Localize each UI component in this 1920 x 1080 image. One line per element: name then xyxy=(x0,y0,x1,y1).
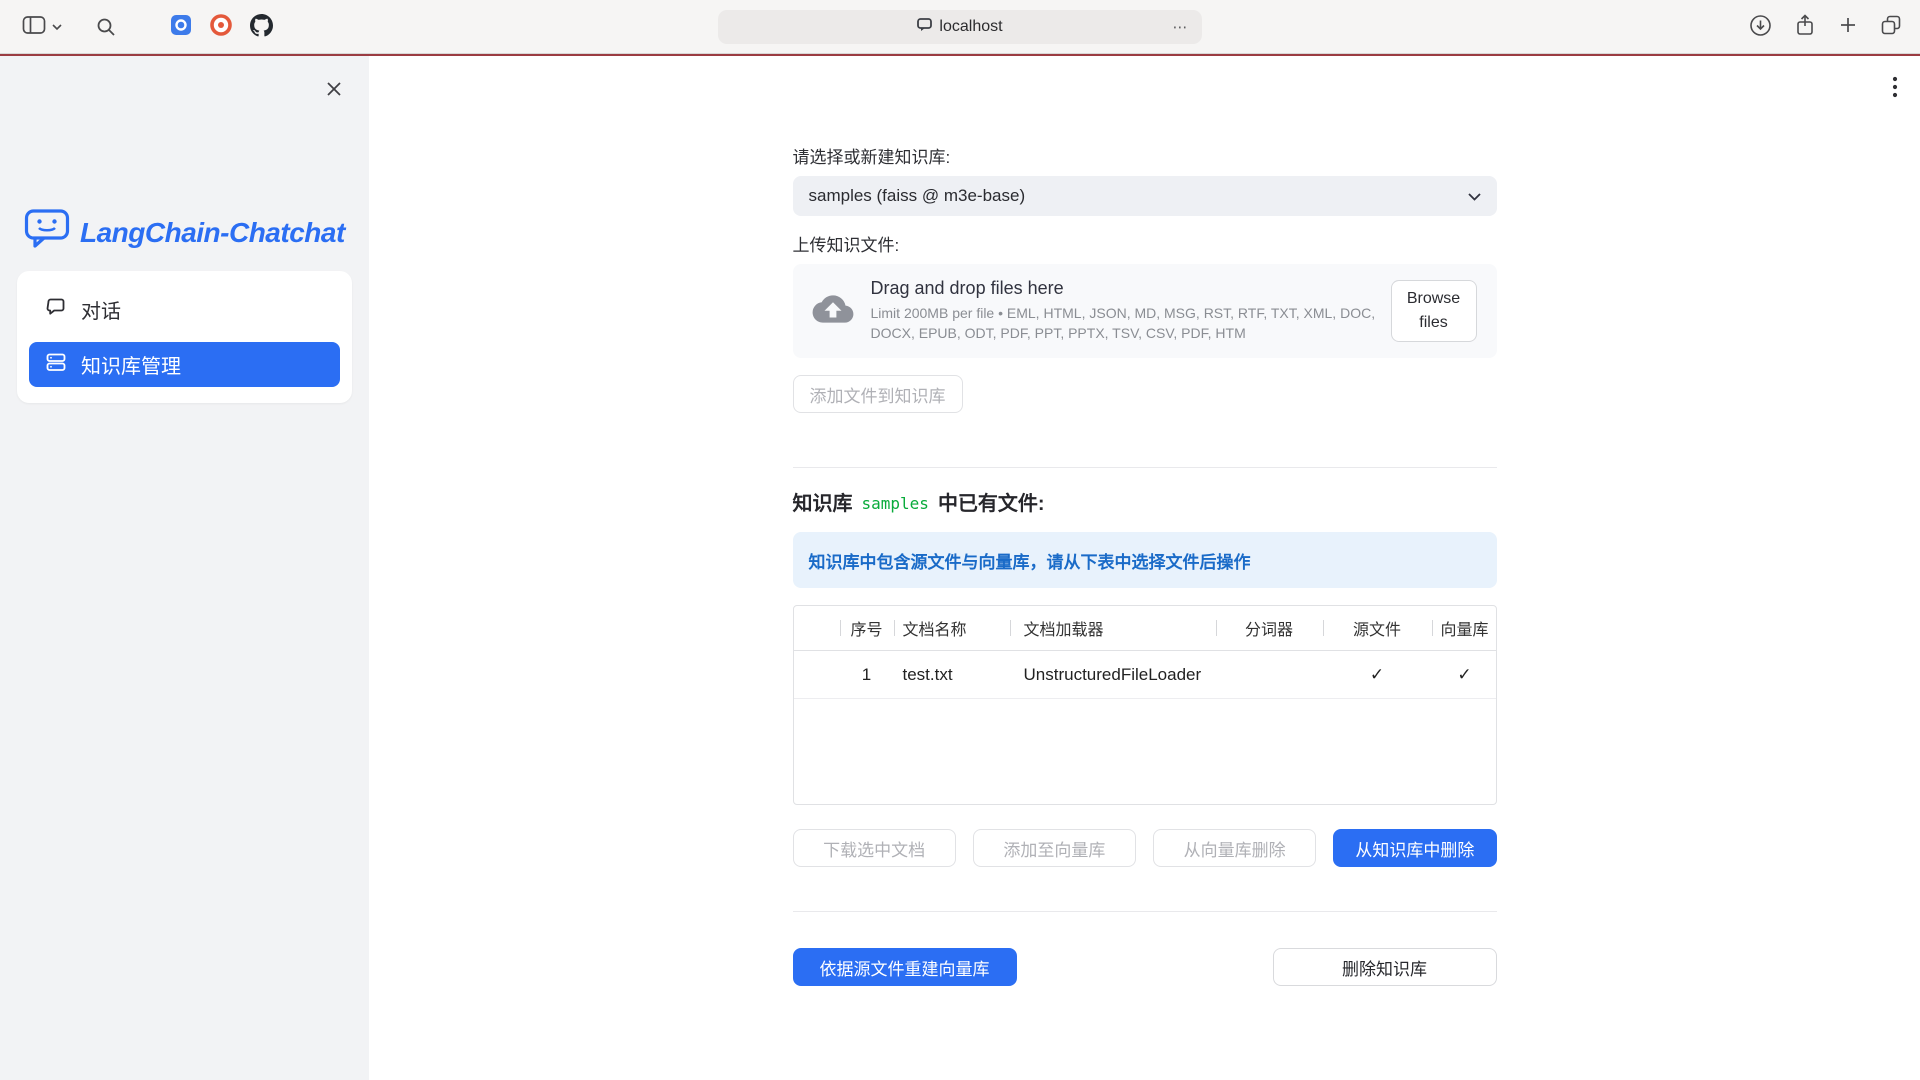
kb-files-title-suffix: 中已有文件: xyxy=(938,492,1045,516)
dropzone-title: Drag and drop files here xyxy=(871,278,1391,299)
rebuild-vector-store-button[interactable]: 依据源文件重建向量库 xyxy=(793,948,1017,986)
sidebar-item-chat[interactable]: 对话 xyxy=(29,287,340,332)
add-to-vector-store-button[interactable]: 添加至向量库 xyxy=(973,829,1136,867)
sidebar-close-icon[interactable] xyxy=(321,76,347,105)
extension-icon-2[interactable] xyxy=(210,14,232,39)
sidebar-item-label: 知识库管理 xyxy=(81,350,181,379)
sidebar-toggle-button[interactable] xyxy=(18,11,66,42)
table-header-splitter: 分词器 xyxy=(1216,616,1323,640)
kb-level-actions: 依据源文件重建向量库 删除知识库 xyxy=(793,948,1497,986)
sidebar: LangChain-Chatchat 对话 xyxy=(0,56,369,1080)
info-banner: 知识库中包含源文件与向量库，请从下表中选择文件后操作 xyxy=(793,532,1497,588)
kb-selectbox[interactable]: samples (faiss @ m3e-base) xyxy=(793,176,1497,216)
browser-toolbar: localhost ⋯ xyxy=(0,0,1920,54)
dropzone-limit-text: Limit 200MB per file • EML, HTML, JSON, … xyxy=(871,304,1391,343)
table-row[interactable]: 1 test.txt UnstructuredFileLoader ✓ ✓ xyxy=(794,651,1496,699)
browse-files-button[interactable]: Browse files xyxy=(1391,280,1477,342)
row-loader: UnstructuredFileLoader xyxy=(1010,665,1216,685)
page-column: 请选择或新建知识库: samples (faiss @ m3e-base) 上传… xyxy=(793,56,1497,986)
address-more-button[interactable]: ⋯ xyxy=(1167,18,1193,36)
row-vector-check: ✓ xyxy=(1432,665,1497,685)
extensions-group xyxy=(170,14,273,40)
sidebar-item-label: 对话 xyxy=(81,295,121,324)
file-actions: 下载选中文档 添加至向量库 从向量库删除 从知识库中删除 xyxy=(793,829,1497,867)
row-file-name: test.txt xyxy=(894,665,1010,685)
row-source-check: ✓ xyxy=(1323,665,1432,685)
downloads-icon[interactable] xyxy=(1749,14,1772,40)
sidebar-panel-icon xyxy=(22,15,46,38)
share-icon[interactable] xyxy=(1794,13,1816,40)
files-table: 序号 文档名称 文档加载器 分词器 源文件 向量库 1 test.txt Uns… xyxy=(793,605,1497,805)
table-header-row: 序号 文档名称 文档加载器 分词器 源文件 向量库 xyxy=(794,606,1496,651)
knowledge-base-icon xyxy=(45,351,67,379)
delete-kb-button[interactable]: 删除知识库 xyxy=(1273,948,1497,986)
add-files-to-kb-button[interactable]: 添加文件到知识库 xyxy=(793,375,963,413)
logo-text: LangChain-Chatchat xyxy=(80,217,345,249)
logo-chat-bubble-icon xyxy=(24,208,70,257)
row-index: 1 xyxy=(840,665,894,685)
table-header-index: 序号 xyxy=(840,616,894,640)
extension-icon-1[interactable] xyxy=(170,14,192,39)
delete-from-kb-button[interactable]: 从知识库中删除 xyxy=(1333,829,1496,867)
site-favicon xyxy=(917,18,932,37)
table-header-source: 源文件 xyxy=(1323,616,1432,640)
sidebar-item-kb-management[interactable]: 知识库管理 xyxy=(29,342,340,387)
table-header-vector: 向量库 xyxy=(1432,616,1497,640)
sidebar-nav: 对话 知识库管理 xyxy=(17,271,352,403)
chat-bubble-icon xyxy=(45,296,67,324)
select-chevron-down-icon xyxy=(1468,186,1481,206)
cloud-upload-icon xyxy=(811,292,855,331)
upload-label: 上传知识文件: xyxy=(793,236,1497,256)
kb-name-code: samples xyxy=(862,492,929,516)
main-content: 请选择或新建知识库: samples (faiss @ m3e-base) 上传… xyxy=(369,56,1920,1080)
download-selected-button[interactable]: 下载选中文档 xyxy=(793,829,956,867)
table-header-name: 文档名称 xyxy=(894,616,1010,640)
dropzone-text: Drag and drop files here Limit 200MB per… xyxy=(871,278,1391,343)
app-logo: LangChain-Chatchat xyxy=(24,208,345,257)
tab-overview-icon[interactable] xyxy=(1880,14,1902,39)
table-header-loader: 文档加载器 xyxy=(1010,616,1216,640)
new-tab-icon[interactable] xyxy=(1838,15,1858,38)
delete-from-vector-store-button[interactable]: 从向量库删除 xyxy=(1153,829,1316,867)
divider xyxy=(793,911,1497,912)
kb-files-title-prefix: 知识库 xyxy=(793,492,853,516)
kb-selected-value: samples (faiss @ m3e-base) xyxy=(809,186,1026,206)
chevron-down-icon xyxy=(52,19,62,34)
app-menu-icon[interactable] xyxy=(1888,72,1902,105)
address-url: localhost xyxy=(939,18,1002,36)
kb-select-label: 请选择或新建知识库: xyxy=(793,148,1497,168)
address-bar[interactable]: localhost ⋯ xyxy=(718,10,1202,44)
kb-files-title: 知识库 samples 中已有文件: xyxy=(793,492,1497,516)
divider xyxy=(793,467,1497,468)
search-icon[interactable] xyxy=(92,13,120,41)
github-extension-icon[interactable] xyxy=(250,14,273,40)
file-dropzone[interactable]: Drag and drop files here Limit 200MB per… xyxy=(793,264,1497,358)
